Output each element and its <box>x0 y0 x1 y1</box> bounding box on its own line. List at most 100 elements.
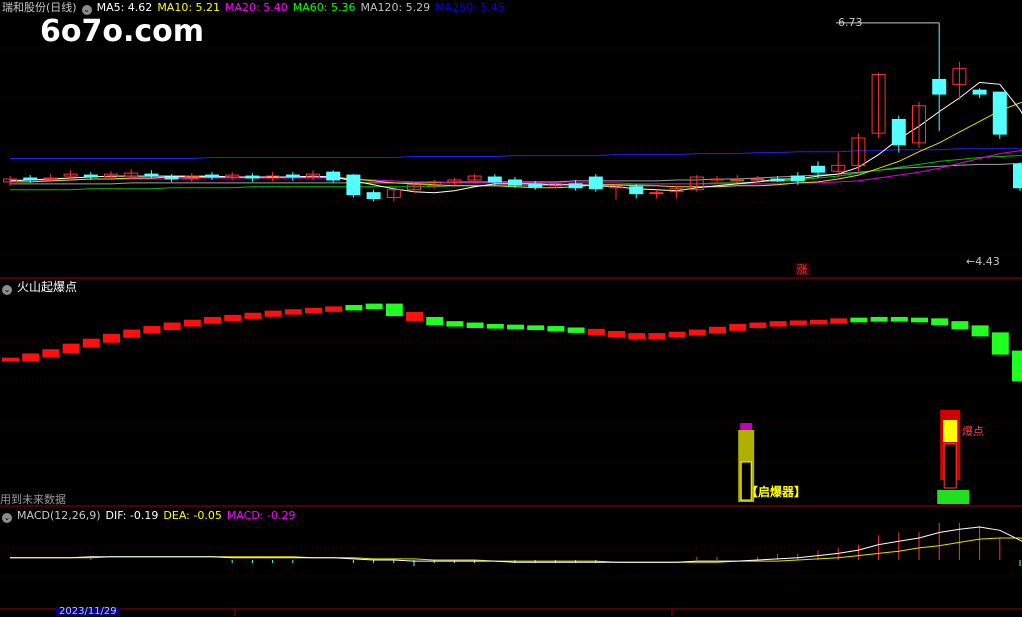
stock-name[interactable]: 瑞和股份(日线) <box>2 1 77 14</box>
volcano-bar <box>204 317 221 324</box>
ma-legend-item: MA10: 5.21 <box>157 1 220 14</box>
stock-chart <box>0 0 1022 616</box>
macd-value: MACD: -0.29 <box>227 509 296 522</box>
candle-down <box>569 184 582 188</box>
candle-down <box>24 178 37 180</box>
candle-down <box>933 79 946 94</box>
candle-down <box>206 175 219 177</box>
candle-down <box>347 175 360 195</box>
qibao-cap <box>740 423 752 430</box>
candle-down <box>529 184 542 187</box>
settings-circle-icon[interactable]: ⌄ <box>2 285 12 295</box>
candle-down <box>993 92 1006 134</box>
volcano-bar <box>931 318 948 325</box>
volcano-bar <box>366 304 383 309</box>
volcano-bar <box>487 324 504 329</box>
candle-down <box>165 177 178 179</box>
candle-down <box>84 175 97 177</box>
volcano-bar <box>63 344 80 354</box>
macd-panel <box>10 523 1022 612</box>
ma250-line <box>10 148 1022 159</box>
volcano-bar <box>749 323 766 328</box>
volcano-bar <box>123 330 140 338</box>
high-price-label: 6.73 <box>838 16 863 29</box>
future-data-note: 用到未来数据 <box>0 491 66 507</box>
macd-dea: DEA: -0.05 <box>163 509 221 522</box>
volcano-bar <box>992 332 1009 354</box>
volcano-bar <box>850 318 867 323</box>
volcano-bar <box>305 308 322 313</box>
baodian-base <box>937 490 969 504</box>
volcano-bar <box>446 321 463 326</box>
volcano-title[interactable]: 火山起爆点 <box>17 280 77 294</box>
volcano-bar <box>285 309 302 314</box>
volcano-bar <box>588 329 605 335</box>
qibao-label: 【启爆器】 <box>746 483 806 500</box>
macd-dif: DIF: -0.19 <box>106 509 159 522</box>
baodian-column <box>944 444 956 488</box>
volcano-bar <box>2 358 19 362</box>
candle-up <box>44 178 57 179</box>
volcano-bar <box>568 327 585 332</box>
candle-down <box>892 119 905 144</box>
candle-down <box>286 175 299 177</box>
ma-legend-item: MA60: 5.36 <box>293 1 356 14</box>
macd-title[interactable]: MACD(12,26,9) <box>17 509 101 522</box>
ma-legend: MA5: 4.62 MA10: 5.21 MA20: 5.40 MA60: 5.36 M… <box>97 1 510 14</box>
volcano-bar <box>770 321 787 326</box>
ma10-line <box>10 98 1022 188</box>
candle-down <box>589 177 602 189</box>
volcano-bar <box>164 323 181 331</box>
volcano-bar <box>951 321 968 329</box>
candle-down <box>509 180 522 185</box>
volcano-bar <box>810 320 827 325</box>
candle-down <box>327 172 340 180</box>
candle-down <box>630 187 643 194</box>
volcano-bar <box>729 324 746 331</box>
ma-legend-item: MA250: 5.45 <box>435 1 505 14</box>
candle-down <box>1014 164 1022 187</box>
volcano-bar <box>507 325 524 330</box>
candle-down <box>246 176 259 178</box>
volcano-panel <box>2 304 1022 504</box>
volcano-bar <box>103 334 120 343</box>
ma-legend-item: MA5: 4.62 <box>97 1 153 14</box>
volcano-bar <box>265 311 282 317</box>
volcano-bar <box>547 326 564 331</box>
candle-down <box>488 177 501 182</box>
candle-up <box>731 180 744 181</box>
date-cursor-label: 2023/11/29 <box>56 607 120 616</box>
volcano-bar <box>911 318 928 323</box>
volcano-bar <box>244 313 261 319</box>
volcano-bar <box>386 304 403 316</box>
volcano-bar <box>83 339 100 348</box>
volcano-bar <box>709 327 726 334</box>
candle-up <box>711 179 724 180</box>
volcano-bar <box>143 326 160 334</box>
volcano-bar <box>608 331 625 337</box>
volcano-bar <box>325 306 342 311</box>
baodian-column <box>943 420 957 442</box>
volcano-bar <box>669 332 686 337</box>
volcano-bar <box>22 353 39 361</box>
candle-up <box>751 179 764 180</box>
volcano-bar <box>628 333 645 339</box>
candle-down <box>973 90 986 94</box>
settings-circle-icon[interactable]: ⌄ <box>2 513 12 523</box>
settings-circle-icon[interactable]: ⌄ <box>82 5 92 15</box>
ma-legend-item: MA20: 5.40 <box>225 1 288 14</box>
low-price-label: ←4.43 <box>966 255 1000 268</box>
volcano-bar <box>184 320 201 327</box>
candle-down <box>771 179 784 181</box>
candle-down <box>791 176 804 181</box>
volcano-bar <box>972 325 989 336</box>
volcano-header: ⌄ 火山起爆点 <box>2 280 82 295</box>
candle-down <box>812 166 825 172</box>
volcano-bar <box>1012 351 1022 382</box>
zhang-badge[interactable]: 涨 <box>795 263 809 276</box>
volcano-bar <box>689 330 706 336</box>
candle-up <box>650 193 663 194</box>
candle-down <box>367 193 380 199</box>
volcano-bar <box>345 305 362 310</box>
dea-line <box>10 538 1022 566</box>
